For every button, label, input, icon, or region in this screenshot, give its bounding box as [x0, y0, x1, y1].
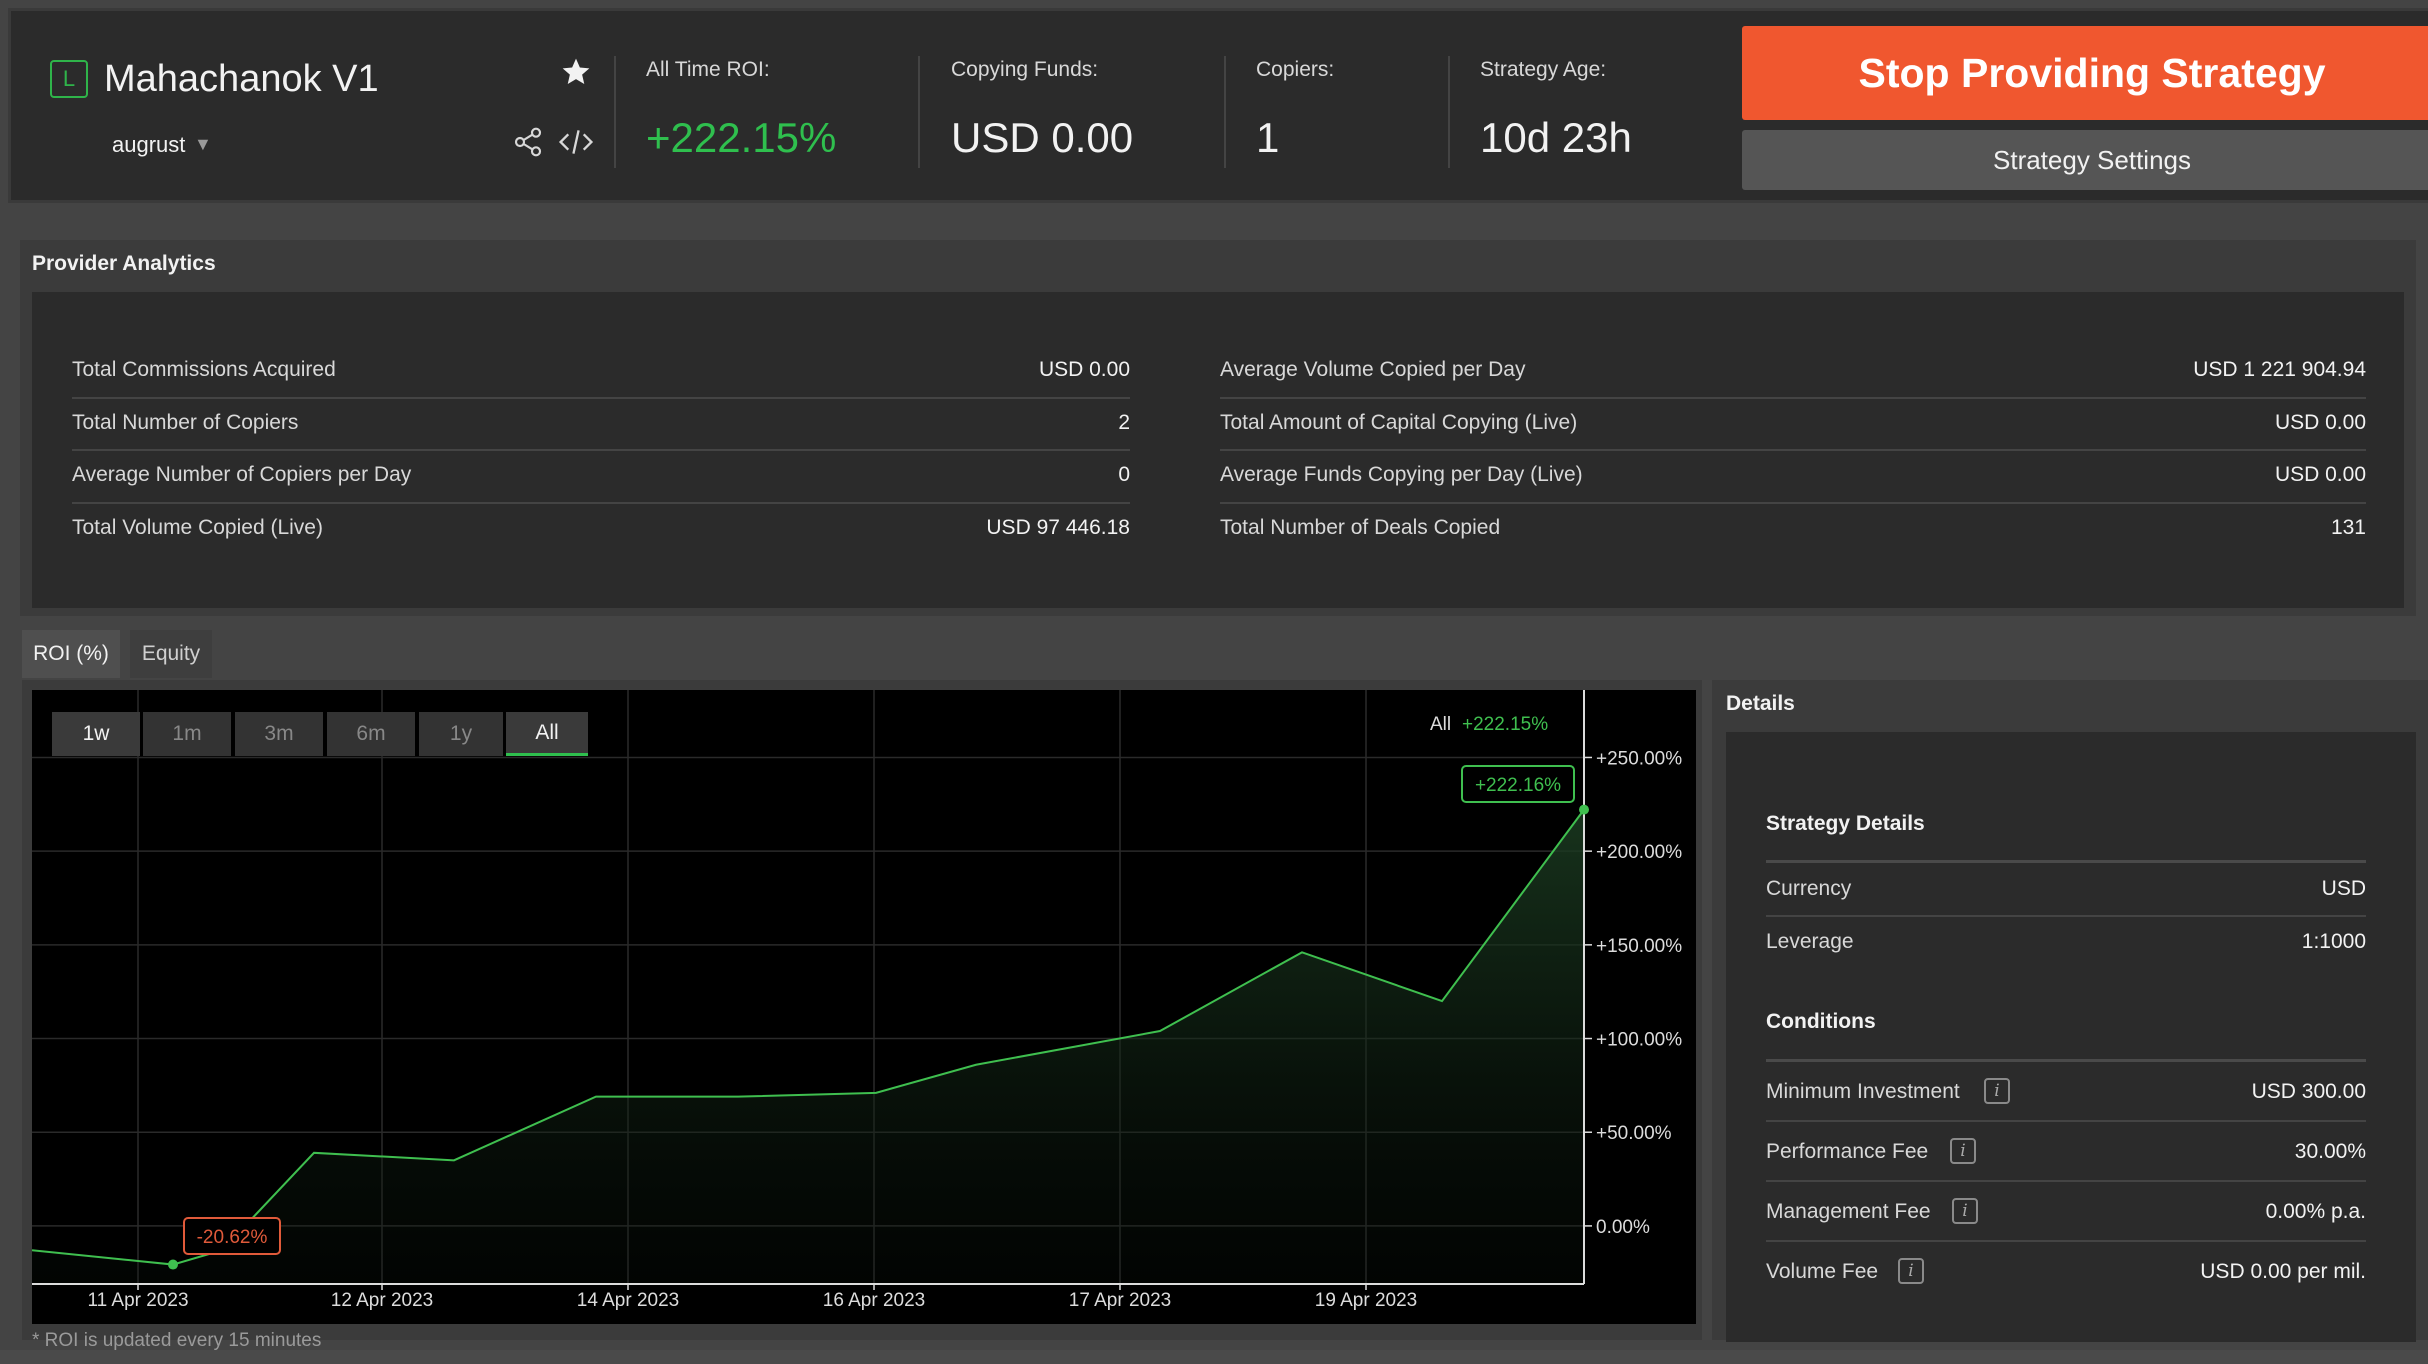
y-tick-label: +100.00% — [1596, 1030, 1682, 1051]
detail-label: Minimum Investment — [1766, 1080, 1960, 1103]
chevron-down-icon[interactable]: ▼ — [194, 134, 212, 155]
strategy-settings-button[interactable]: Strategy Settings — [1742, 130, 2428, 190]
y-tick-label: +50.00% — [1596, 1123, 1672, 1144]
analytics-title: Provider Analytics — [32, 252, 216, 275]
x-tick-label: 14 Apr 2023 — [577, 1290, 679, 1311]
row-divider — [1766, 1180, 2366, 1182]
detail-label: Currency — [1766, 877, 1852, 900]
y-tick-label: +150.00% — [1596, 936, 1682, 957]
x-tick-label: 19 Apr 2023 — [1315, 1290, 1417, 1311]
range-button-1w[interactable]: 1w — [52, 712, 140, 756]
row-divider — [1220, 449, 2366, 451]
row-divider — [1220, 502, 2366, 504]
range-button-1y[interactable]: 1y — [419, 712, 503, 756]
strategy-age-label: Strategy Age: — [1480, 58, 1607, 81]
info-icon[interactable]: i — [1898, 1258, 1924, 1284]
row-divider — [1766, 1120, 2366, 1122]
last-value-label: +222.16% — [1475, 775, 1561, 796]
legend-value: +222.15% — [1462, 714, 1548, 735]
last-point-marker — [1579, 804, 1589, 815]
bottom-strip — [0, 1350, 2428, 1364]
analytics-row-value: 0 — [1118, 463, 1130, 486]
share-icon[interactable] — [512, 126, 544, 158]
copying-funds-value: USD 0.00 — [951, 114, 1134, 161]
y-tick-label: +250.00% — [1596, 748, 1682, 769]
copiers-value: 1 — [1256, 114, 1280, 161]
x-tick-label: 16 Apr 2023 — [823, 1290, 925, 1311]
row-divider — [72, 397, 1130, 399]
detail-label: Leverage — [1766, 930, 1854, 953]
analytics-row-value: 2 — [1118, 411, 1130, 434]
range-button-6m[interactable]: 6m — [327, 712, 415, 756]
strategy-name: Mahachanok V1 — [104, 58, 379, 100]
divider — [918, 56, 920, 168]
conditions-heading: Conditions — [1766, 1010, 1876, 1033]
analytics-row-label: Total Amount of Capital Copying (Live) — [1220, 411, 1578, 434]
embed-code-icon[interactable] — [558, 126, 594, 158]
analytics-row-value: USD 0.00 — [2274, 411, 2366, 434]
chart-footnote: * ROI is updated every 15 minutes — [32, 1330, 322, 1351]
x-tick-label: 11 Apr 2023 — [87, 1290, 188, 1311]
detail-label: Performance Fee — [1766, 1140, 1929, 1163]
analytics-row-label: Total Number of Copiers — [72, 411, 299, 434]
analytics-row-label: Average Volume Copied per Day — [1220, 358, 1526, 381]
analytics-row-value: USD 0.00 — [1038, 358, 1130, 381]
analytics-row-value: USD 1 221 904.94 — [2193, 358, 2366, 381]
row-divider — [72, 449, 1130, 451]
legend-label: All — [1430, 714, 1451, 735]
section-divider — [1766, 1059, 2366, 1062]
y-tick-label: +200.00% — [1596, 842, 1682, 863]
range-button-all[interactable]: All — [506, 712, 588, 756]
divider — [1224, 56, 1226, 168]
divider — [614, 56, 616, 168]
range-button-3m[interactable]: 3m — [235, 712, 323, 756]
analytics-row-label: Average Funds Copying per Day (Live) — [1220, 463, 1583, 486]
detail-label: Volume Fee — [1766, 1260, 1879, 1283]
author-name[interactable]: augrust — [112, 132, 185, 158]
tab-equity[interactable]: Equity — [130, 630, 212, 678]
stop-providing-strategy-button[interactable]: Stop Providing Strategy — [1742, 26, 2428, 120]
roi-area — [32, 809, 1584, 1284]
analytics-row-label: Total Volume Copied (Live) — [72, 516, 323, 539]
roi-value: +222.15% — [646, 114, 837, 161]
detail-label: Management Fee — [1766, 1200, 1931, 1223]
copiers-label: Copiers: — [1256, 58, 1335, 81]
detail-value: 30.00% — [2294, 1140, 2366, 1163]
copying-funds-label: Copying Funds: — [951, 58, 1099, 81]
detail-value: USD 0.00 per mil. — [2200, 1260, 2366, 1283]
analytics-row-value: USD 97 446.18 — [986, 516, 1130, 539]
roi-label: All Time ROI: — [646, 58, 770, 81]
detail-value: USD 300.00 — [2251, 1080, 2366, 1103]
details-title: Details — [1726, 692, 1795, 715]
analytics-row-label: Average Number of Copiers per Day — [72, 463, 412, 486]
x-tick-label: 17 Apr 2023 — [1069, 1290, 1171, 1311]
roi-chart: +250.00% +200.00% +150.00% +100.00% +50.00% 0… — [32, 690, 1682, 1311]
row-divider — [1766, 915, 2366, 917]
min-value-label: -20.62% — [197, 1227, 268, 1248]
analytics-row-label: Total Commissions Acquired — [72, 358, 336, 381]
row-divider — [1766, 1240, 2366, 1242]
star-icon[interactable] — [560, 56, 592, 88]
detail-value: 0.00% p.a. — [2265, 1200, 2366, 1223]
strategy-age-value: 10d 23h — [1480, 114, 1632, 161]
min-point-marker — [168, 1259, 178, 1270]
divider — [1448, 56, 1450, 168]
strategy-type-badge: L — [50, 60, 88, 98]
strategy-details-heading: Strategy Details — [1766, 812, 1925, 835]
x-tick-label: 12 Apr 2023 — [331, 1290, 433, 1311]
info-icon[interactable]: i — [1952, 1198, 1978, 1224]
detail-value: 1:1000 — [2301, 930, 2366, 953]
range-button-1m[interactable]: 1m — [143, 712, 231, 756]
y-tick-label: 0.00% — [1596, 1217, 1650, 1238]
info-icon[interactable]: i — [1950, 1138, 1976, 1164]
row-divider — [72, 502, 1130, 504]
analytics-row-label: Total Number of Deals Copied — [1220, 516, 1501, 539]
analytics-row-value: 131 — [2330, 516, 2366, 539]
tab-roi[interactable]: ROI (%) — [22, 630, 120, 678]
info-icon[interactable]: i — [1984, 1078, 2010, 1104]
detail-value: USD — [2321, 877, 2366, 900]
analytics-row-value: USD 0.00 — [2274, 463, 2366, 486]
row-divider — [1220, 397, 2366, 399]
section-divider — [1766, 860, 2366, 863]
